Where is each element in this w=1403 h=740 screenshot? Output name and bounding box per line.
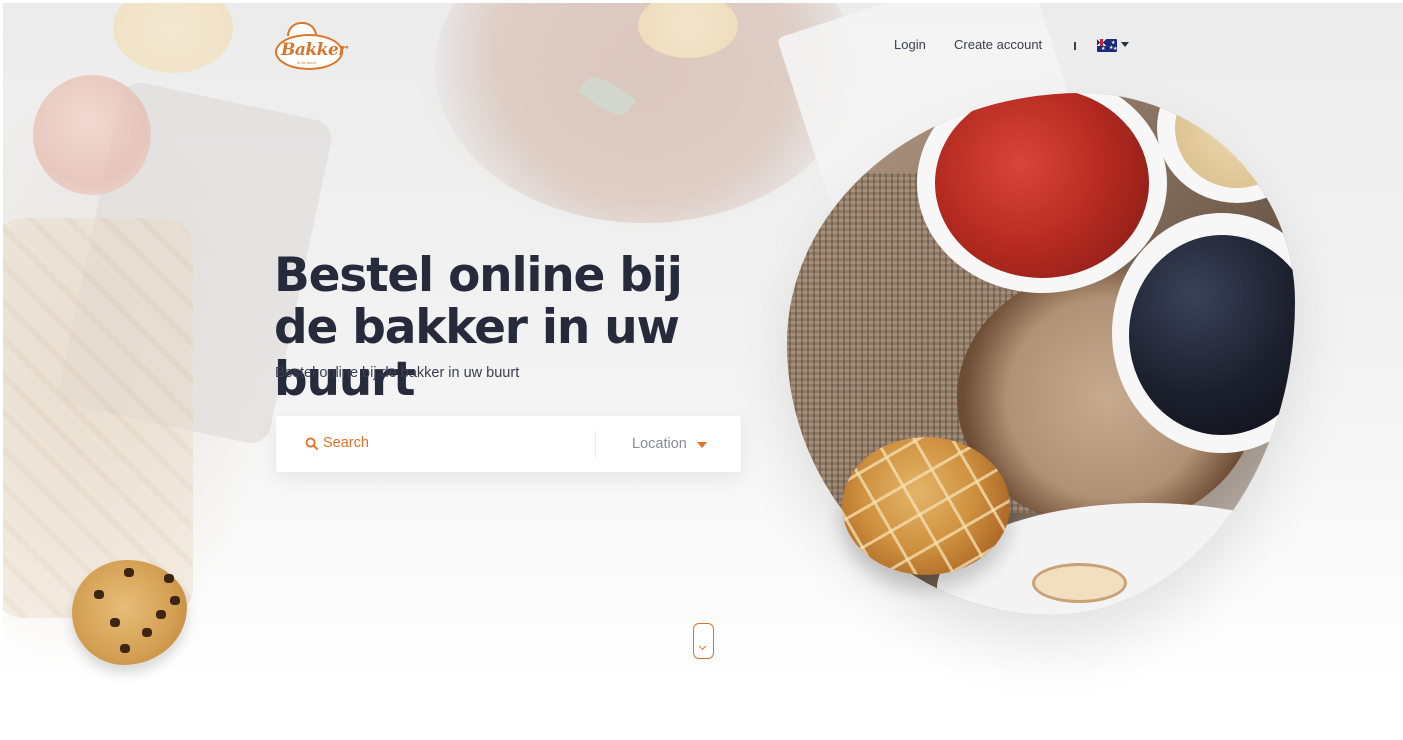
australia-flag-icon[interactable]: ★ ★ ★ ★ (1097, 39, 1117, 52)
language-caret-down-icon[interactable] (1121, 42, 1129, 47)
nav-divider (1074, 42, 1076, 50)
search-bar: Search Location (276, 416, 741, 472)
background-apple (113, 3, 233, 73)
chevron-down-icon (698, 642, 707, 651)
search-icon[interactable] (305, 437, 318, 450)
brand-logo[interactable]: Bakker in de buurt (275, 22, 347, 72)
search-input[interactable]: Search (323, 435, 369, 451)
caret-down-icon[interactable] (697, 442, 707, 448)
login-link[interactable]: Login (894, 37, 926, 52)
logo-tagline: in de buurt (297, 60, 316, 65)
hero-subtitle: Bestel online bij de bakker in uw buurt (275, 365, 520, 381)
background-pie (3, 218, 193, 618)
background-apple (33, 75, 151, 195)
hero-title: Bestel online bij de bakker in uw buurt (274, 248, 683, 407)
bread-roll-image (842, 437, 1010, 575)
location-select[interactable]: Location (632, 436, 687, 452)
create-account-link[interactable]: Create account (954, 37, 1042, 52)
search-divider (595, 431, 596, 459)
logo-wordmark: Bakker (281, 40, 347, 60)
scroll-down-button[interactable] (693, 623, 714, 659)
